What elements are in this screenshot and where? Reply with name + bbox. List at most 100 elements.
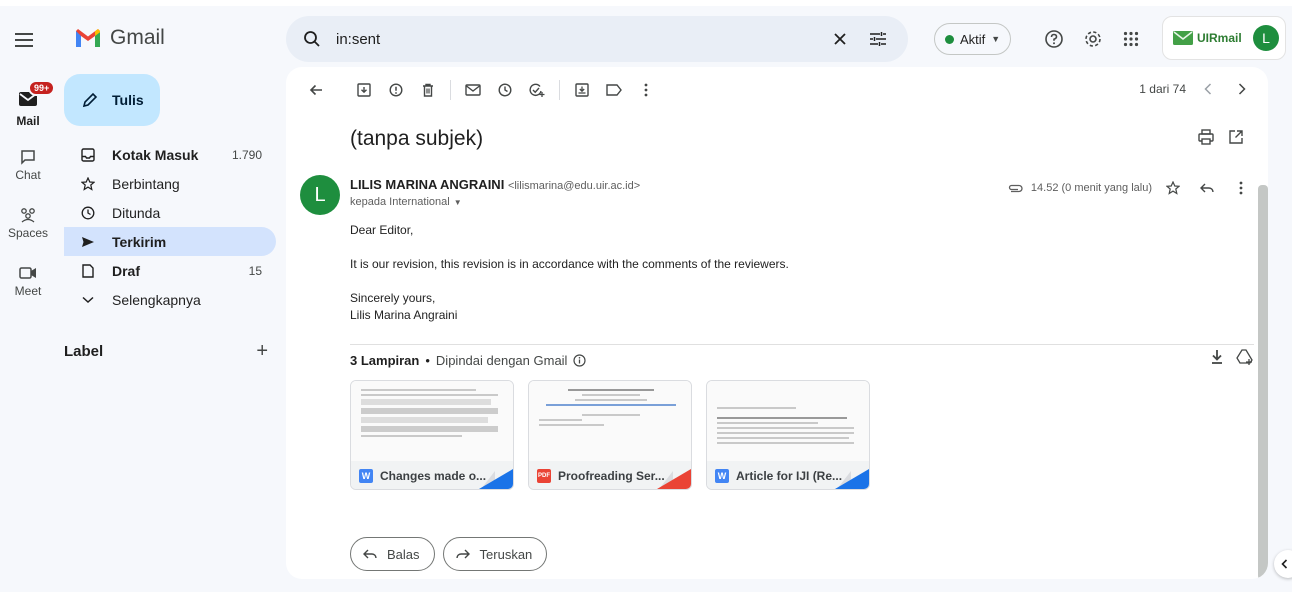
email-body: Dear Editor, It is our revision, this re… xyxy=(350,222,789,324)
message-time: 14.52 (0 menit yang lalu) xyxy=(1030,182,1152,194)
save-to-drive-button[interactable] xyxy=(1236,349,1254,370)
open-new-window-button[interactable] xyxy=(1228,129,1244,150)
nav-item-starred[interactable]: Berbintang xyxy=(64,169,276,198)
message-meta: 14.52 (0 menit yang lalu) xyxy=(1007,175,1254,201)
nav-item-inbox[interactable]: Kotak Masuk 1.790 xyxy=(64,140,276,169)
nav-item-more[interactable]: Selengkapnya xyxy=(64,285,276,314)
rail-item-chat[interactable]: Chat xyxy=(0,146,56,182)
search-input[interactable]: in:sent xyxy=(336,31,818,48)
reply-icon-button[interactable] xyxy=(1194,175,1220,201)
nav-item-snoozed[interactable]: Ditunda xyxy=(64,198,276,227)
settings-button[interactable] xyxy=(1079,26,1107,52)
older-button[interactable] xyxy=(1230,77,1254,101)
status-selector[interactable]: Aktif ▼ xyxy=(934,23,1012,55)
more-actions-button[interactable] xyxy=(630,74,662,106)
message-panel: 1 dari 74 (tanpa subjek) L LILIS MARINA … xyxy=(286,67,1268,579)
gmail-logo[interactable]: Gmail xyxy=(74,26,165,50)
arrow-left-icon xyxy=(309,84,322,96)
archive-button[interactable] xyxy=(348,74,380,106)
move-to-button[interactable] xyxy=(566,74,598,106)
rail-item-mail[interactable]: 99+ Mail xyxy=(0,80,56,128)
draft-icon xyxy=(82,263,94,278)
app-rail: 99+ Mail Chat Spaces Meet xyxy=(0,0,56,592)
inbox-icon xyxy=(81,147,95,162)
chevron-right-icon xyxy=(1238,83,1246,95)
print-button[interactable] xyxy=(1198,129,1214,150)
caret-down-icon: ▼ xyxy=(453,197,462,207)
search-options-button[interactable] xyxy=(862,31,894,47)
account-switcher[interactable]: UIRmail L xyxy=(1162,16,1286,60)
search-button[interactable] xyxy=(300,30,324,48)
rail-item-spaces[interactable]: Spaces xyxy=(0,204,56,240)
apps-grid-icon xyxy=(1123,31,1139,47)
download-all-button[interactable] xyxy=(1210,349,1224,370)
attachment-name: Article for IJI (Re... xyxy=(736,469,843,483)
attachment-name: Proofreading Ser... xyxy=(558,469,665,483)
forward-button[interactable]: Teruskan xyxy=(442,537,548,571)
body-paragraph: It is our revision, this revision is in … xyxy=(350,257,789,271)
nav-item-sent[interactable]: Terkirim xyxy=(64,227,276,256)
compose-button[interactable]: Tulis xyxy=(64,74,160,126)
rail-item-label: Spaces xyxy=(7,226,49,240)
trash-icon xyxy=(423,83,433,97)
body-signature: Lilis Marina Angraini xyxy=(350,308,458,322)
nav-item-label: Kotak Masuk xyxy=(112,146,199,163)
word-file-icon: W xyxy=(715,469,729,483)
main-menu-button[interactable] xyxy=(8,24,40,56)
forward-label: Teruskan xyxy=(479,546,533,562)
clock-icon xyxy=(81,206,95,219)
report-spam-button[interactable] xyxy=(380,74,412,106)
nav-item-label: Draf xyxy=(112,262,141,279)
open-in-new-icon xyxy=(1229,130,1243,144)
message-scrollbar[interactable] xyxy=(1258,185,1268,579)
attachment-preview xyxy=(707,381,869,461)
body-greeting: Dear Editor, xyxy=(350,223,414,237)
search-bar[interactable]: in:sent xyxy=(286,16,908,62)
help-icon xyxy=(1045,30,1063,48)
apps-button[interactable] xyxy=(1117,26,1145,52)
star-button[interactable] xyxy=(1160,175,1186,201)
message-more-button[interactable] xyxy=(1228,175,1254,201)
attachment-card[interactable]: W Changes made o... xyxy=(350,380,514,490)
rail-item-meet[interactable]: Meet xyxy=(0,262,56,298)
reply-button[interactable]: Balas xyxy=(350,537,435,571)
account-avatar[interactable]: L xyxy=(1253,25,1279,51)
sender-avatar[interactable]: L xyxy=(300,175,340,215)
more-vert-icon xyxy=(644,83,648,97)
add-label-button[interactable]: + xyxy=(256,340,276,363)
back-button[interactable] xyxy=(300,74,332,106)
pagination-text: 1 dari 74 xyxy=(1139,82,1186,96)
attachment-card[interactable]: W Article for IJI (Re... xyxy=(706,380,870,490)
pdf-file-icon: PDF xyxy=(537,469,551,483)
send-icon xyxy=(82,236,94,247)
newer-button[interactable] xyxy=(1196,77,1220,101)
labels-button[interactable] xyxy=(598,74,630,106)
status-dot-icon xyxy=(945,34,954,44)
sender-name[interactable]: LILIS MARINA ANGRAINI xyxy=(350,177,504,192)
side-panel-toggle[interactable] xyxy=(1274,550,1292,578)
snooze-button[interactable] xyxy=(489,74,521,106)
clear-search-button[interactable] xyxy=(824,32,856,46)
compose-label: Tulis xyxy=(112,92,144,108)
nav-item-drafts[interactable]: Draf 15 xyxy=(64,256,276,285)
move-to-icon xyxy=(575,83,589,97)
close-icon xyxy=(834,33,846,45)
pagination: 1 dari 74 xyxy=(1139,77,1254,101)
attachment-card[interactable]: PDF Proofreading Ser... xyxy=(528,380,692,490)
recipient-text: kepada International xyxy=(350,196,450,208)
chevron-left-icon xyxy=(1204,83,1212,95)
labels-title: Label xyxy=(64,343,104,360)
hamburger-icon xyxy=(15,33,33,47)
recipient-line[interactable]: kepada International ▼ xyxy=(350,196,462,208)
add-to-tasks-button[interactable] xyxy=(521,74,553,106)
tune-icon xyxy=(870,32,886,46)
rail-item-label: Meet xyxy=(14,284,42,298)
mark-unread-button[interactable] xyxy=(457,74,489,106)
delete-button[interactable] xyxy=(412,74,444,106)
attachments-actions xyxy=(1210,349,1254,370)
body-closing: Sincerely yours, xyxy=(350,291,436,305)
help-button[interactable] xyxy=(1040,26,1068,52)
sender-email: <lilismarina@edu.uir.ac.id> xyxy=(507,180,641,192)
info-icon[interactable] xyxy=(573,354,587,367)
reply-label: Balas xyxy=(387,546,420,562)
